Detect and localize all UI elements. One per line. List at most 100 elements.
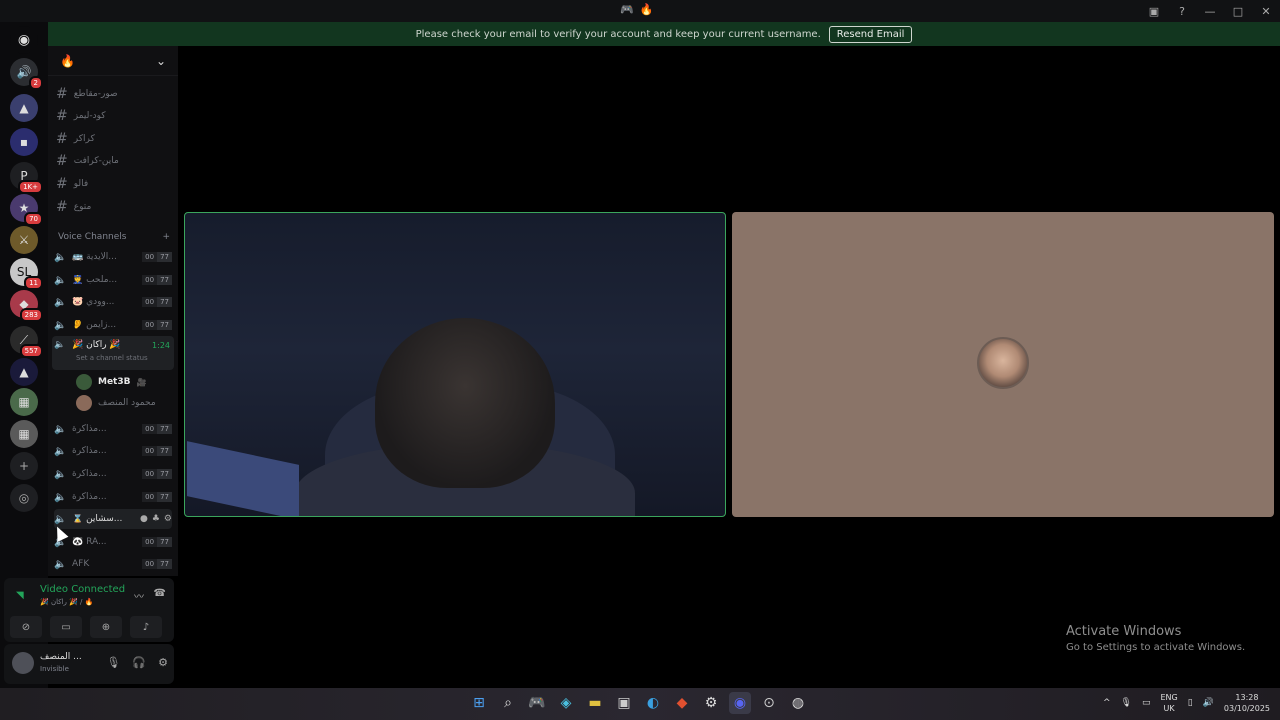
server-icon[interactable]: ▦: [10, 420, 38, 448]
discover-icon[interactable]: ◎: [10, 484, 38, 512]
help-icon[interactable]: ?: [1168, 5, 1196, 18]
camera-off-icon[interactable]: ⊘: [10, 616, 42, 638]
steam-icon[interactable]: ⊙: [758, 692, 780, 714]
activity-icon[interactable]: ⊕: [90, 616, 122, 638]
gear-icon[interactable]: ⚙: [164, 514, 172, 524]
soundboard-icon[interactable]: ♪: [130, 616, 162, 638]
text-channel[interactable]: # صور-مقاطع: [56, 84, 118, 104]
text-channel[interactable]: # كود-ليمز: [56, 106, 106, 126]
disconnect-icon[interactable]: ☎: [154, 588, 166, 599]
system-tray: ^ 🎙 ▭ ENG UK ▯ 🔊 13:28 03/10/2025: [1103, 692, 1270, 714]
voice-member[interactable]: Met3B 🎥: [76, 372, 146, 392]
username[interactable]: المنصف ...: [40, 652, 82, 662]
network-icon[interactable]: ▯: [1188, 698, 1193, 708]
speaker-icon: 🔈: [54, 319, 67, 331]
voice-member[interactable]: محمود المنصف: [76, 393, 156, 413]
voice-category[interactable]: Voice Channels +: [58, 232, 170, 242]
voice-channel[interactable]: 🔈 🐷 وودي... 00 77: [54, 292, 172, 312]
voice-channel[interactable]: 🔈 🐼 RA... 00 77: [54, 532, 172, 552]
avatar[interactable]: [12, 652, 34, 674]
folder-icon[interactable]: ▪: [10, 128, 38, 156]
voice-channel[interactable]: 🔈 👮 ملحب... 00 77: [54, 270, 172, 290]
channel-status[interactable]: Set a channel status: [52, 354, 174, 362]
language-indicator[interactable]: ENG UK: [1160, 692, 1177, 714]
active-voice-channel[interactable]: 🔈 🎉 راكان 🎉 1:24 Set a channel status: [52, 336, 174, 370]
server-icon[interactable]: ★ 70: [10, 194, 43, 226]
file-explorer-icon[interactable]: ▬: [584, 692, 606, 714]
channel-actions[interactable]: ● ♣ ⚙: [140, 514, 172, 524]
minimize-button[interactable]: —: [1196, 5, 1224, 18]
server-icon[interactable]: ⟋ 557: [10, 326, 43, 358]
discord-icon[interactable]: ◉: [729, 692, 751, 714]
server-icon[interactable]: ⚔: [10, 226, 38, 254]
server-icon[interactable]: ▲: [10, 358, 38, 386]
voice-channel[interactable]: 🔈 مذاكرة... 00 77: [54, 464, 172, 484]
text-channel[interactable]: # فالو: [56, 174, 88, 194]
user-panel: المنصف ... Invisible 🎙 🎧 ⚙: [4, 644, 174, 684]
edge-icon[interactable]: ◐: [642, 692, 664, 714]
copilot-icon[interactable]: ◈: [555, 692, 577, 714]
microphone-icon[interactable]: 🎙: [1121, 698, 1132, 708]
fire-icon: 🔥: [639, 3, 654, 16]
add-server-icon[interactable]: +: [10, 452, 38, 480]
store-icon[interactable]: ▣: [613, 692, 635, 714]
text-channel[interactable]: # ماين-كرافت: [56, 151, 119, 171]
server-icon[interactable]: ▦: [10, 388, 38, 416]
user-limit: 00 77: [142, 252, 172, 262]
connection-channel[interactable]: 🎉 راكان 🎉 / 🔥: [40, 598, 93, 606]
server-icon[interactable]: SL 11: [10, 258, 43, 290]
chevron-down-icon[interactable]: ⌄: [156, 54, 166, 68]
video-stage: Activate Windows Go to Settings to activ…: [178, 46, 1280, 688]
video-tile-camera[interactable]: [184, 212, 726, 517]
text-channel[interactable]: # كراكر: [56, 129, 95, 149]
video-tile-avatar[interactable]: [732, 212, 1274, 517]
inbox-icon[interactable]: ▣: [1140, 5, 1168, 18]
chevron-up-icon[interactable]: ^: [1103, 698, 1111, 708]
watermark-subtitle: Go to Settings to activate Windows.: [1066, 642, 1246, 653]
search-icon[interactable]: ⌕: [497, 692, 519, 714]
screen-share-icon[interactable]: ▭: [50, 616, 82, 638]
video-icon: 🎥: [136, 377, 147, 387]
microphone-icon[interactable]: 🎙: [106, 656, 120, 669]
server-icon[interactable]: P 1K+: [10, 162, 43, 194]
brave-icon[interactable]: ◆: [671, 692, 693, 714]
language: ENG: [1160, 693, 1178, 702]
windows-start-icon[interactable]: ⊞: [468, 692, 490, 714]
chat-icon[interactable]: ●: [140, 514, 148, 524]
voice-channel[interactable]: 🔈 مذاكرة... 00 77: [54, 419, 172, 439]
app-icon[interactable]: ◍: [787, 692, 809, 714]
voice-channel[interactable]: 🔈 ⌛ سشاين... ● ♣ ⚙: [54, 509, 172, 529]
resend-email-button[interactable]: Resend Email: [828, 25, 913, 43]
channel-name: 🐼 RA...: [72, 537, 107, 547]
voice-channel[interactable]: 🔈 🚌 الايدية... 00 77: [54, 247, 172, 267]
invite-icon[interactable]: ♣: [152, 514, 160, 524]
signal-icon[interactable]: ◥: [16, 590, 24, 601]
server-icon[interactable]: ◆ 283: [10, 290, 43, 322]
gamepad-icon[interactable]: 🎮: [526, 692, 548, 714]
voice-channel[interactable]: 🔈 👂 زايمن... 00 77: [54, 315, 172, 335]
voice-category-label: Voice Channels: [58, 232, 127, 242]
avatar: [76, 374, 92, 390]
noise-suppression-icon[interactable]: 〰: [134, 588, 144, 603]
server-icon[interactable]: ▲: [10, 94, 38, 122]
server-name: 🔥: [60, 53, 75, 68]
server-header[interactable]: 🔥 ⌄: [48, 46, 178, 76]
taskbar: ⊞ ⌕ 🎮 ◈ ▬ ▣ ◐ ◆ ⚙ ◉ ⊙ ◍ ^ 🎙 ▭ ENG UK ▯ 🔊…: [0, 688, 1280, 720]
voice-channel[interactable]: 🔈 مذاكرة... 00 77: [54, 441, 172, 461]
maximize-button[interactable]: □: [1224, 5, 1252, 18]
headphones-icon[interactable]: 🎧: [132, 656, 146, 669]
text-channel[interactable]: # متوع: [56, 197, 91, 217]
settings-icon[interactable]: ⚙: [700, 692, 722, 714]
discord-home-icon[interactable]: ◉: [10, 26, 38, 54]
voice-channel[interactable]: 🔈 مذاكرة... 00 77: [54, 487, 172, 507]
gear-icon[interactable]: ⚙: [158, 656, 168, 669]
speaker-icon: 🔈: [54, 445, 67, 457]
add-channel-icon[interactable]: +: [162, 232, 170, 242]
display-icon[interactable]: ▭: [1142, 698, 1151, 708]
clock[interactable]: 13:28 03/10/2025: [1224, 692, 1270, 714]
user-limit: 00 77: [142, 320, 172, 330]
close-button[interactable]: ✕: [1252, 5, 1280, 18]
volume-icon[interactable]: 🔊: [1203, 698, 1214, 708]
voice-channel[interactable]: 🔈 AFK 00 77: [54, 554, 172, 574]
server-icon[interactable]: 🔊 2: [10, 58, 43, 90]
